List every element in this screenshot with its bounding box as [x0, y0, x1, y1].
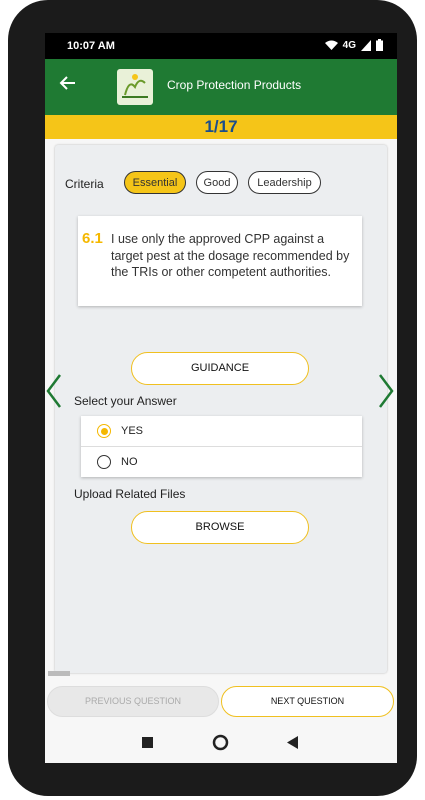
scrollbar-thumb[interactable] [48, 671, 70, 676]
answer-option-no[interactable]: NO [81, 447, 362, 477]
answer-label-yes: YES [121, 425, 144, 437]
criteria-chip-essential[interactable]: Essential [124, 171, 186, 194]
answer-option-yes[interactable]: YES [81, 416, 362, 446]
guidance-button[interactable]: GUIDANCE [131, 352, 309, 385]
next-question-button[interactable]: NEXT QUESTION [221, 686, 394, 717]
wifi-icon [324, 40, 338, 50]
status-bar: 10:07 AM 4G [45, 33, 397, 59]
back-nav-icon[interactable] [287, 736, 298, 749]
home-icon[interactable] [212, 734, 229, 751]
criteria-chip-good[interactable]: Good [196, 171, 238, 194]
upload-files-label: Upload Related Files [74, 487, 186, 501]
question-text: I use only the approved CPP against a ta… [111, 232, 350, 279]
back-arrow-icon[interactable] [59, 74, 77, 97]
progress-indicator: 1/17 [45, 115, 397, 139]
app-logo-icon [117, 69, 153, 105]
browse-button[interactable]: BROWSE [131, 511, 309, 544]
radio-unselected-icon[interactable] [97, 455, 111, 469]
network-label: 4G [342, 39, 356, 51]
answer-label-no: NO [121, 456, 138, 468]
criteria-chip-leadership[interactable]: Leadership [248, 171, 321, 194]
signal-icon [361, 39, 371, 51]
previous-question-button[interactable]: PREVIOUS QUESTION [47, 686, 219, 717]
screen: 10:07 AM 4G Crop Protection Products 1/1… [45, 33, 397, 763]
radio-selected-icon[interactable] [97, 424, 111, 438]
question-number: 6.1 [82, 230, 103, 247]
app-bar: Crop Protection Products [45, 59, 397, 115]
status-time: 10:07 AM [67, 40, 115, 52]
answer-list: YES NO [81, 416, 362, 477]
recents-icon[interactable] [142, 737, 153, 748]
question-box: 6.1 I use only the approved CPP against … [78, 216, 362, 306]
app-title: Crop Protection Products [167, 78, 302, 92]
criteria-label: Criteria [65, 177, 104, 191]
status-icons: 4G [324, 39, 383, 51]
battery-icon [376, 39, 383, 51]
system-nav-bar [45, 723, 397, 763]
previous-arrow-icon[interactable] [45, 373, 63, 409]
phone-frame: 10:07 AM 4G Crop Protection Products 1/1… [8, 0, 417, 796]
next-arrow-icon[interactable] [377, 373, 395, 409]
select-answer-label: Select your Answer [74, 394, 177, 408]
